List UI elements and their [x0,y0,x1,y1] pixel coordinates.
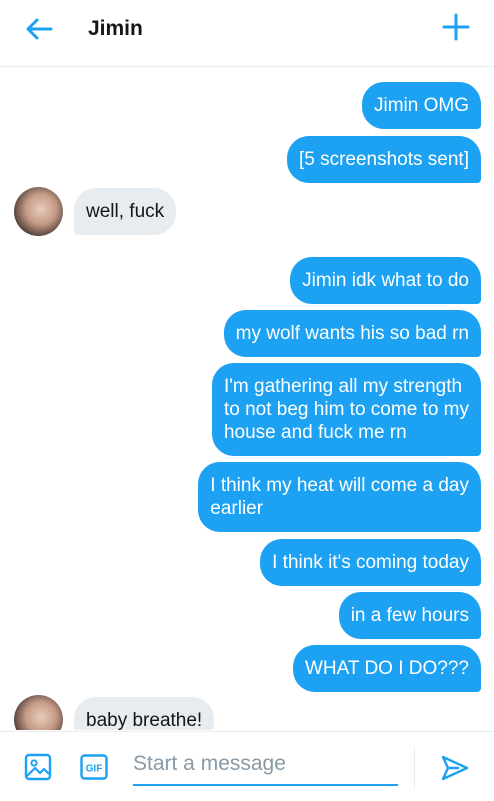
message-bubble-sent[interactable]: I'm gathering all my strength to not beg… [211,363,481,456]
message-bubble-sent[interactable]: [5 screenshots sent] [286,136,481,183]
send-icon[interactable] [440,754,470,782]
message-bubble-sent[interactable]: I think my heat will come a day earlier [198,462,481,532]
message-thread[interactable]: Jimin OMG [5 screenshots sent] well, fuc… [0,67,494,730]
image-icon[interactable] [24,753,52,781]
message-bubble-sent[interactable]: Jimin idk what to do [290,257,481,304]
message-bubble-sent[interactable]: Jimin OMG [362,82,481,129]
avatar[interactable] [14,695,63,730]
message-bubble-sent[interactable]: in a few hours [338,592,481,639]
plus-icon[interactable] [442,13,470,41]
gif-label: GIF [86,764,103,775]
message-bubble-received[interactable]: baby breathe! [74,697,215,730]
gif-icon[interactable]: GIF [80,754,108,780]
avatar[interactable] [14,187,63,236]
conversation-header: Jimin [0,0,494,67]
conversation-title: Jimin [88,17,143,40]
divider [414,746,415,790]
message-bubble-sent[interactable]: I think it's coming today [260,539,481,586]
message-input[interactable] [133,746,398,782]
message-bubble-sent[interactable]: my wolf wants his so bad rn [223,310,481,357]
arrow-left-icon[interactable] [24,15,54,43]
message-bubble-sent[interactable]: WHAT DO I DO??? [293,645,481,692]
message-input-wrapper [133,746,398,786]
message-composer: GIF [0,731,494,801]
message-bubble-received[interactable]: well, fuck [74,188,177,235]
